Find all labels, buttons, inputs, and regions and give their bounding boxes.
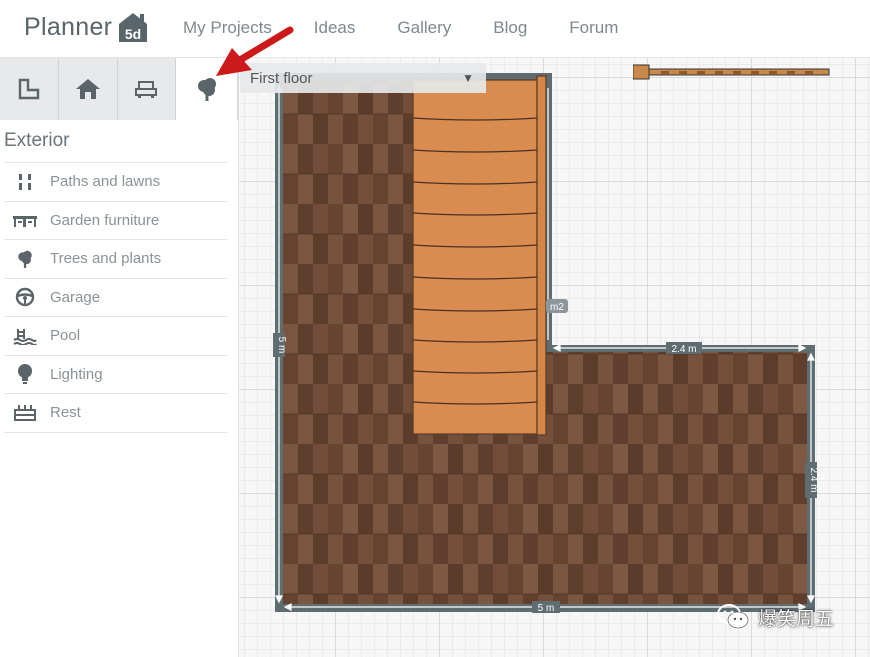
bulb-icon [12,364,38,385]
brand-badge: 5d [125,26,141,42]
furniture-icon [135,81,158,98]
category-pool[interactable]: Pool [4,317,227,356]
floor-selector-value: First floor [250,69,313,87]
steering-wheel-icon [12,287,38,307]
nav-forum[interactable]: Forum [569,18,618,38]
category-label: Lighting [50,365,103,383]
watermark: 爆笑周五 [716,603,834,631]
nav-blog[interactable]: Blog [493,18,527,38]
category-label: Trees and plants [50,250,162,268]
house-icon [75,79,100,99]
category-paths-and-lawns[interactable]: Paths and lawns [4,163,227,202]
scale-ruler[interactable] [632,64,833,87]
category-rest[interactable]: Rest [4,394,227,433]
category-label: Garage [50,288,101,306]
nav-my-projects[interactable]: My Projects [183,18,272,38]
catalog-panel: Exterior Paths and lawns Garden furnitur… [0,58,239,657]
staircase [412,75,547,436]
garden-furniture-icon [12,210,38,230]
category-label: Pool [50,327,81,345]
dimension-label-right: 2.4 m [808,467,819,492]
category-lighting[interactable]: Lighting [4,356,227,394]
category-label: Rest [50,404,81,422]
tab-floor-plan[interactable] [0,58,59,120]
path-icon [12,172,38,192]
top-navigation-bar: Planner 5d My Projects Ideas Gallery Blo… [0,0,870,58]
watermark-text: 爆笑周五 [758,608,835,630]
rest-icon [12,403,38,423]
category-list: Paths and lawns Garden furniture Trees a… [4,162,227,433]
main-nav: My Projects Ideas Gallery Blog Forum [183,18,660,38]
nav-gallery[interactable]: Gallery [397,18,451,38]
planner5d-logo[interactable]: Planner 5d [24,10,150,44]
tab-house[interactable] [58,58,118,120]
category-garden-furniture[interactable]: Garden furniture [4,202,227,240]
dimension-label-bottom: 5 m [538,603,555,614]
category-trees-and-plants[interactable]: Trees and plants [4,240,227,279]
dimension-label-top-right: 2.4 m [671,344,696,355]
tree-icon [12,249,38,269]
dimension-label-inner: m2 [550,302,564,313]
section-title: Exterior [4,130,70,151]
floor-selector[interactable]: First floor ▼ [240,63,486,93]
dimension-label-left: 5 m [276,337,287,354]
tab-furniture[interactable] [117,58,177,120]
category-label: Paths and lawns [50,173,161,191]
nav-ideas[interactable]: Ideas [314,18,356,38]
tree-icon [197,78,216,101]
category-garage[interactable]: Garage [4,279,227,317]
tab-exterior[interactable] [176,58,238,120]
dropdown-arrow-icon: ▼ [462,71,474,85]
catalog-tabs [0,58,238,120]
category-label: Garden furniture [50,211,160,229]
logo-house-icon: 5d [116,10,150,44]
brand-name: Planner [24,12,113,41]
pool-icon [12,326,38,346]
wechat-icon [717,604,749,629]
floor-plan-icon [18,78,40,100]
